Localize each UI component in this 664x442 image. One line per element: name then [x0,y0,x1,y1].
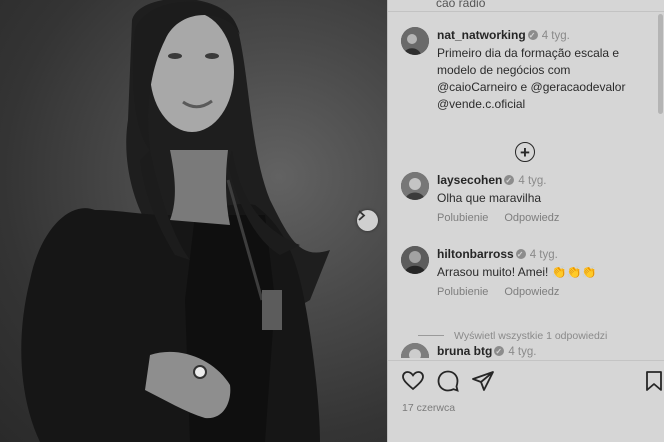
previous-comment-cut: cao rádio [388,0,664,12]
verified-icon [527,27,538,44]
cut-text: cao rádio [436,0,486,10]
post-date[interactable]: 17 czerwca [402,402,455,414]
caption-username[interactable]: nat_natworking [437,28,526,42]
scrollbar[interactable] [658,14,663,114]
reply-link[interactable]: Odpowiedz [504,286,559,298]
comments-panel: cao rádio nat_natworking 4 tyg. Primeiro … [387,0,664,442]
share-button[interactable] [471,369,495,393]
avatar-image [401,172,429,200]
verified-icon [494,343,505,358]
like-comment-link[interactable]: Polubienie [437,286,488,298]
next-image-button[interactable] [357,210,378,231]
reply-link[interactable]: Odpowiedz [504,212,559,224]
verified-icon [515,246,526,263]
replies-divider-line [418,335,444,336]
comment-text: Arrasou muito! Amei! 👏👏👏 [437,265,597,279]
comment-username[interactable]: bruna btg [437,344,492,358]
comment-icon [437,370,459,392]
avatar-image [401,27,429,55]
share-icon [472,371,494,391]
avatar-image [401,246,429,274]
like-comment-link[interactable]: Polubienie [437,212,488,224]
post-photo [0,0,387,442]
divider [388,360,664,361]
avatar-image [401,343,429,358]
heart-icon [402,371,424,391]
avatar[interactable] [401,246,429,274]
add-circle-icon[interactable]: + [515,142,535,162]
comment-time[interactable]: 4 tyg. [530,249,558,261]
comment-button[interactable] [436,369,460,393]
caption-time[interactable]: 4 tyg. [542,30,570,42]
caption-text: Primeiro dia da formação escala e modelo… [437,46,626,111]
save-button[interactable] [642,369,664,393]
like-button[interactable] [401,369,425,393]
view-replies-text[interactable]: Wyświetl wszystkie 1 odpowiedzi [454,330,607,342]
verified-icon [504,172,515,189]
action-bar [388,369,664,397]
comment-username[interactable]: laysecohen [437,173,502,187]
avatar[interactable] [401,172,429,200]
portrait-image [21,0,330,442]
comment-username[interactable]: hiltonbarross [437,247,514,261]
bookmark-icon [646,371,662,391]
avatar[interactable] [401,27,429,55]
avatar[interactable] [401,343,429,358]
comment-time[interactable]: 4 tyg. [508,346,536,358]
comment-time[interactable]: 4 tyg. [518,175,546,187]
chevron-right-icon [358,210,366,221]
view-replies-link[interactable]: Wyświetl wszystkie 1 odpowiedzi [418,330,658,342]
comment-text: Olha que maravilha [437,191,542,205]
comments-list[interactable]: nat_natworking 4 tyg. Primeiro dia da for… [388,14,658,358]
